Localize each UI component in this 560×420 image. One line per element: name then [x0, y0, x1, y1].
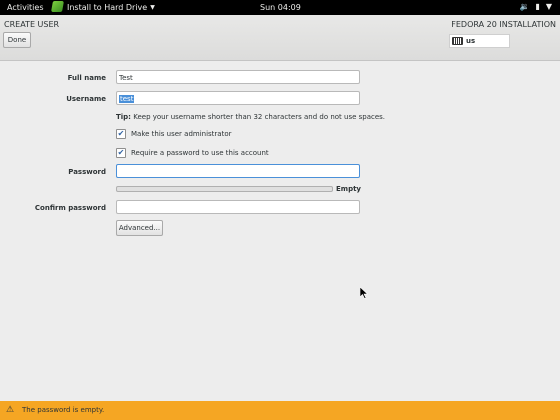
- warning-text: The password is empty.: [22, 406, 105, 414]
- keyboard-layout-label: us: [466, 37, 476, 45]
- confirm-password-field[interactable]: [116, 200, 360, 214]
- require-password-checkbox-row[interactable]: ✔ Require a password to use this account: [116, 148, 269, 158]
- password-strength-label: Empty: [336, 185, 361, 193]
- keyboard-icon: [452, 37, 463, 45]
- keyboard-layout-indicator[interactable]: us: [449, 34, 510, 48]
- page-title: CREATE USER: [4, 20, 60, 29]
- username-tip: Tip: Keep your username shorter than 32 …: [116, 113, 385, 121]
- tip-prefix: Tip:: [116, 113, 131, 121]
- volume-icon[interactable]: 🔉: [519, 2, 529, 11]
- advanced-button[interactable]: Advanced...: [116, 220, 163, 236]
- chevron-down-icon: ▼: [150, 4, 155, 11]
- password-field[interactable]: [116, 164, 360, 178]
- system-status-area[interactable]: 🔉 ▮ ▼: [519, 2, 552, 11]
- anaconda-app-icon: [51, 1, 64, 12]
- activities-button[interactable]: Activities: [7, 3, 44, 12]
- password-label: Password: [68, 168, 106, 176]
- confirm-password-label: Confirm password: [34, 204, 106, 212]
- require-password-checkbox-label[interactable]: Require a password to use this account: [131, 149, 269, 157]
- warning-icon: ⚠: [6, 405, 15, 415]
- warning-bar[interactable]: ⚠ The password is empty.: [0, 401, 560, 420]
- tip-text: Keep your username shorter than 32 chara…: [130, 113, 386, 121]
- admin-checkbox-label[interactable]: Make this user administrator: [131, 130, 232, 138]
- password-strength-bar: [116, 186, 333, 192]
- clock[interactable]: Sun 04:09: [260, 3, 301, 12]
- username-value: test: [119, 95, 135, 103]
- full-name-label: Full name: [67, 74, 106, 82]
- full-name-value: Test: [119, 74, 133, 82]
- power-menu-icon[interactable]: ▼: [546, 2, 552, 11]
- installation-title: FEDORA 20 INSTALLATION: [451, 20, 556, 29]
- admin-checkbox-row[interactable]: ✔ Make this user administrator: [116, 129, 232, 139]
- done-button[interactable]: Done: [3, 32, 31, 48]
- username-field[interactable]: test: [116, 91, 360, 105]
- mouse-pointer-icon: [360, 287, 368, 299]
- app-menu-label: Install to Hard Drive: [67, 3, 148, 12]
- full-name-field[interactable]: Test: [116, 70, 360, 84]
- spoke-header: CREATE USER FEDORA 20 INSTALLATION Done …: [0, 15, 560, 61]
- app-menu[interactable]: Install to Hard Drive ▼: [51, 1, 155, 12]
- require-password-checkbox[interactable]: ✔: [116, 148, 126, 158]
- username-label: Username: [66, 95, 106, 103]
- battery-icon[interactable]: ▮: [535, 2, 539, 11]
- top-bar: Activities Install to Hard Drive ▼ Sun 0…: [0, 0, 560, 15]
- admin-checkbox[interactable]: ✔: [116, 129, 126, 139]
